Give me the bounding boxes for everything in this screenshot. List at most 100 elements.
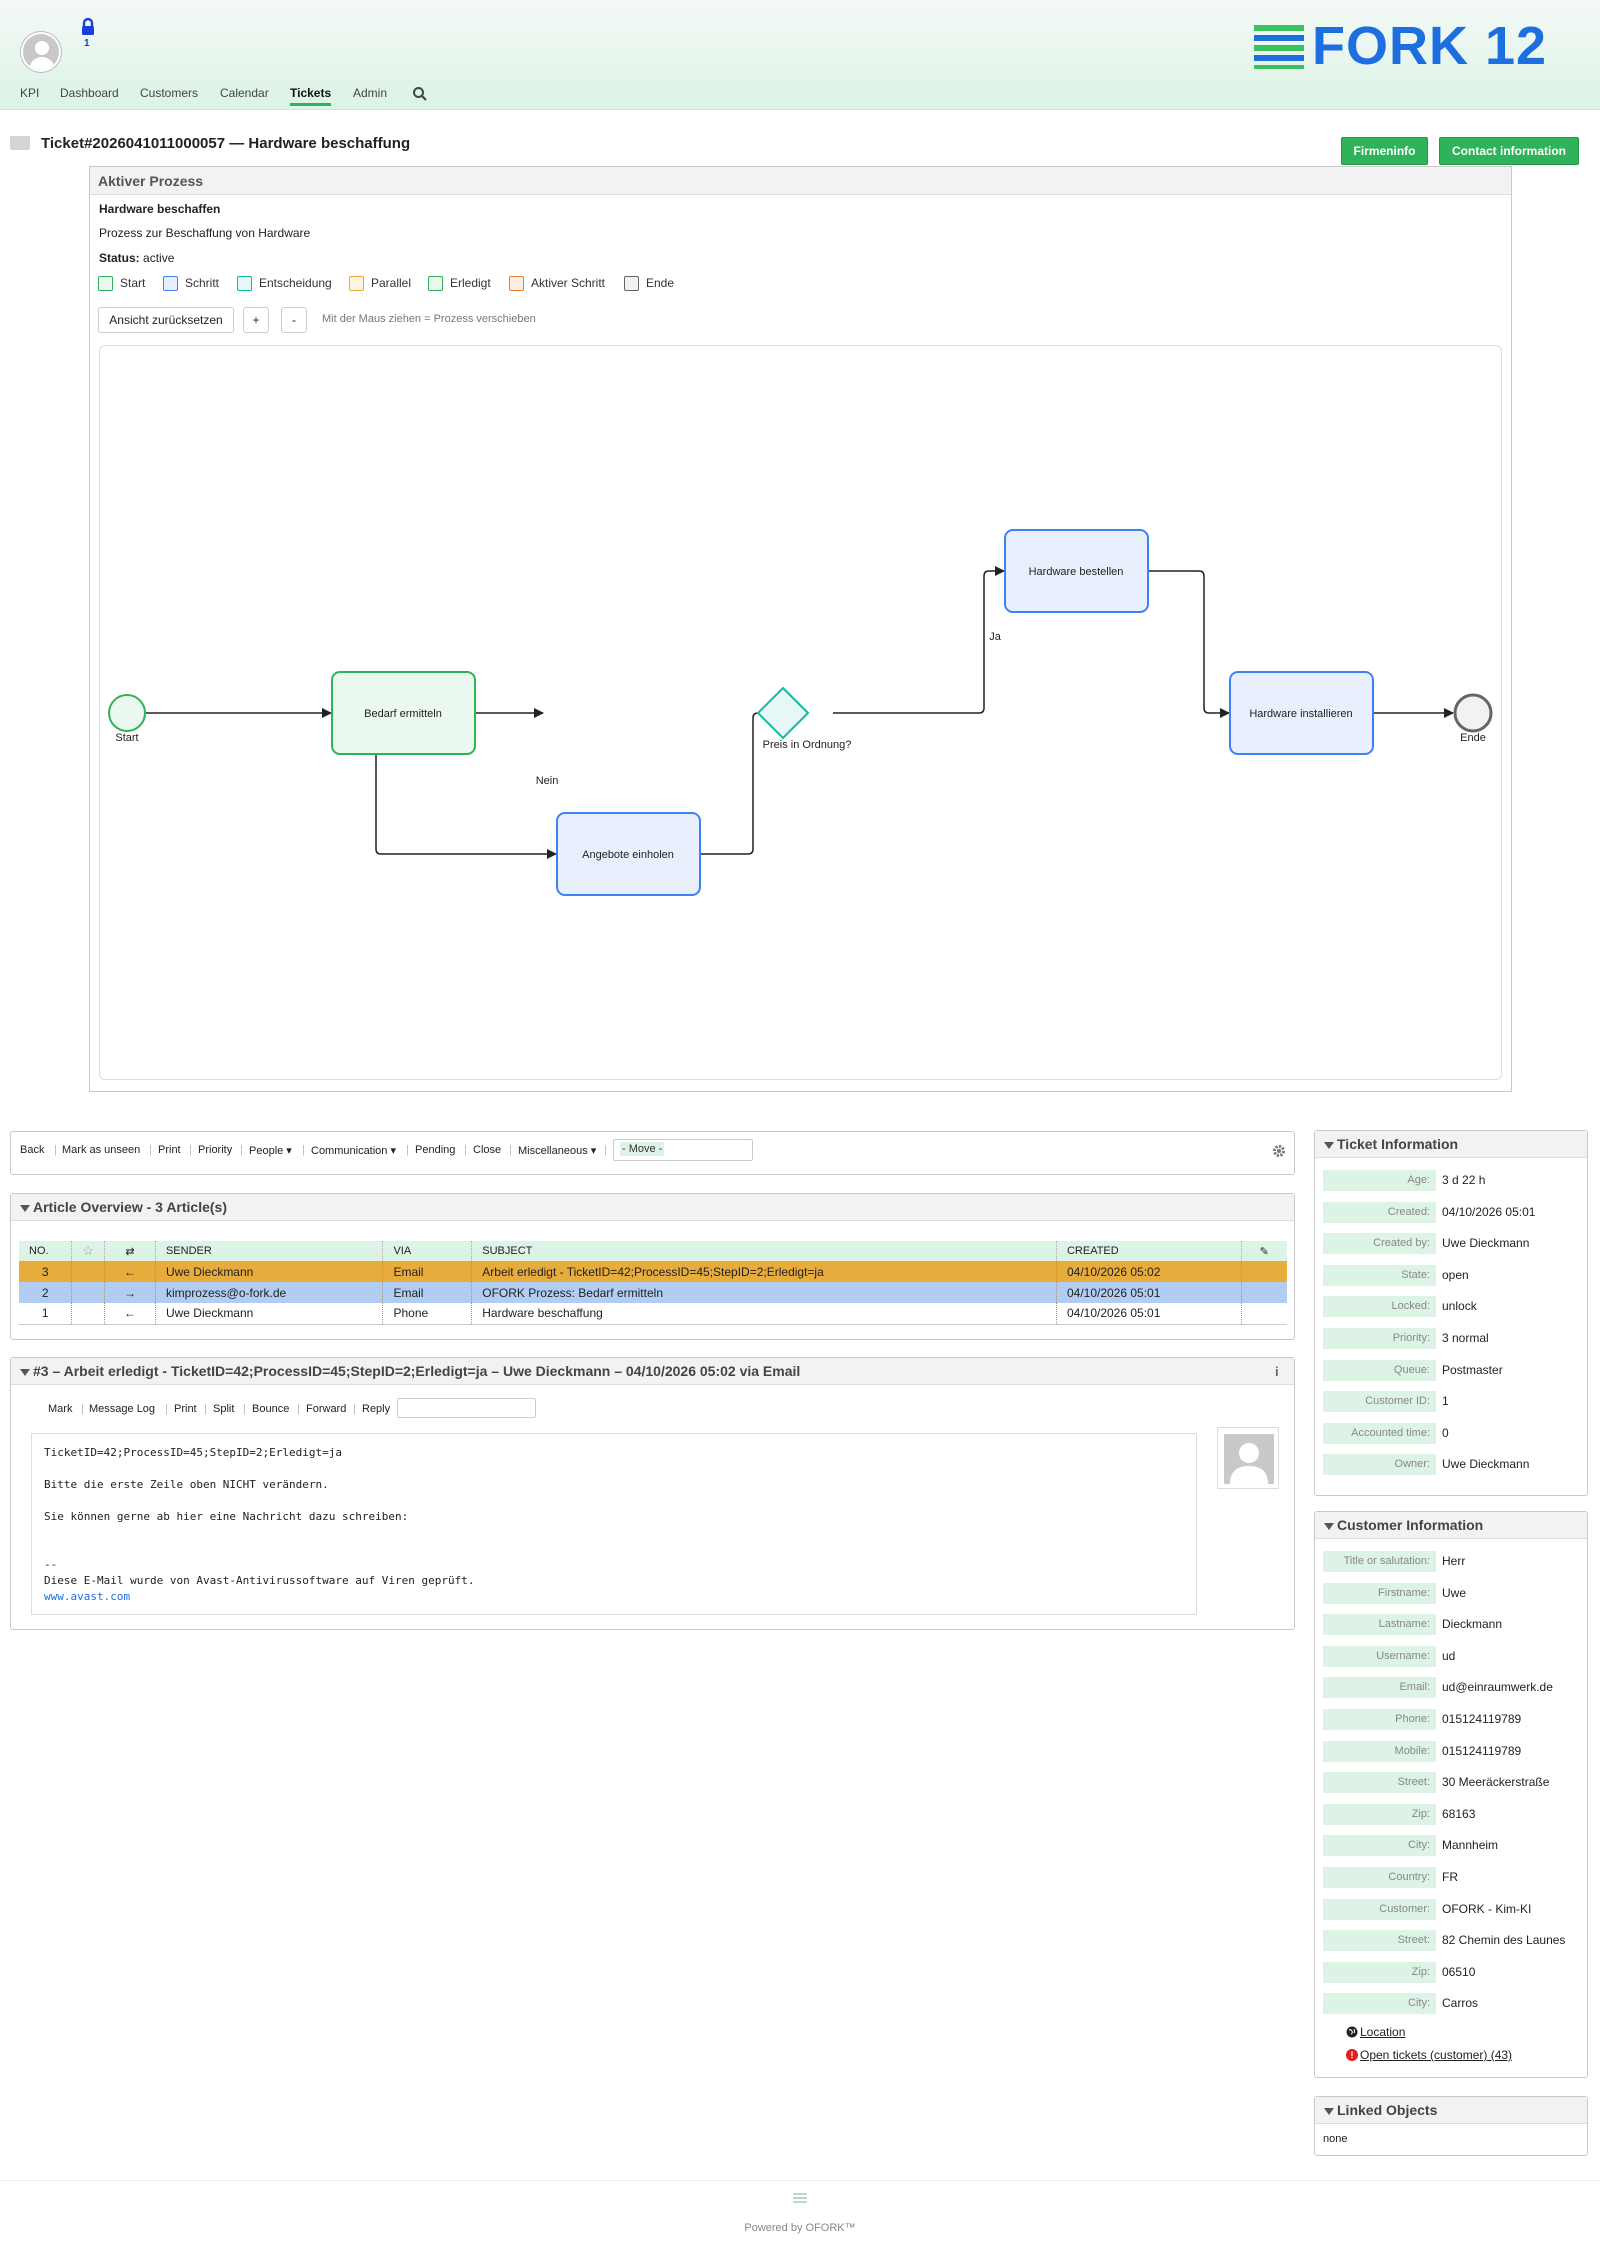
process-status: Status: active	[99, 251, 174, 265]
col-via[interactable]: VIA	[382, 1241, 473, 1261]
firmeninfo-button[interactable]: Firmeninfo	[1341, 137, 1428, 165]
customer-field-value: Herr	[1442, 1554, 1466, 1568]
contact-information-button[interactable]: Contact information	[1439, 137, 1579, 165]
nav-kpi[interactable]: KPI	[20, 86, 39, 100]
article-body: TicketID=42;ProcessID=45;StepID=2;Erledi…	[31, 1433, 1197, 1615]
customer-field-label: City:	[1323, 1835, 1436, 1857]
article-bounce[interactable]: Bounce	[252, 1403, 289, 1415]
customer-field-label: Lastname:	[1323, 1614, 1436, 1636]
edge-no-label: Nein	[536, 775, 559, 787]
footer-text: Powered by OFORK™	[744, 2222, 856, 2234]
legend-schritt: Schritt	[163, 276, 219, 292]
legend-start: Start	[98, 276, 145, 292]
legend-parallel: Parallel	[349, 276, 411, 292]
search-icon[interactable]	[412, 86, 428, 102]
article-message-log[interactable]: Message Log	[89, 1403, 155, 1415]
customer-field-value: 30 Meeräckerstraße	[1442, 1775, 1550, 1790]
article-table-header: NO. ☆ ⇄ SENDER VIA SUBJECT CREATED ✎	[19, 1241, 1287, 1261]
table-row[interactable]: 1 ← Uwe Dieckmann Phone Hardware beschaf…	[19, 1303, 1287, 1325]
zoom-out-button[interactable]: -	[281, 307, 307, 333]
legend-aktiver-schritt: Aktiver Schritt	[509, 276, 605, 292]
ticket-field-label: Owner:	[1323, 1454, 1436, 1476]
zoom-in-button[interactable]: +	[243, 307, 269, 333]
ticket-field-value: Uwe Dieckmann	[1442, 1236, 1530, 1251]
reset-view-button[interactable]: Ansicht zurücksetzen	[98, 307, 234, 333]
bedarf-label: Bedarf ermitteln	[364, 708, 442, 720]
col-created[interactable]: CREATED	[1056, 1241, 1242, 1261]
ticket-field-label: Accounted time:	[1323, 1422, 1436, 1444]
article-overview-header[interactable]: Article Overview - 3 Article(s)	[11, 1194, 1294, 1221]
customer-field-label: Username:	[1323, 1645, 1436, 1667]
article-reply[interactable]: Reply	[362, 1403, 390, 1415]
customer-field-label: Mobile:	[1323, 1740, 1436, 1762]
open-tickets-link[interactable]: Open tickets (customer) (43)	[1360, 2048, 1512, 2062]
decision-label: Preis in Ordnung?	[763, 739, 852, 751]
col-attachment-icon[interactable]: ✎	[1241, 1241, 1287, 1261]
nav-calendar[interactable]: Calendar	[220, 86, 269, 100]
article-detail-header[interactable]: #3 – Arbeit erledigt - TicketID=42;Proce…	[11, 1358, 1294, 1385]
table-row[interactable]: 2 → kimprozess@o-fork.de Email OFORK Pro…	[19, 1282, 1287, 1303]
reply-template-select[interactable]	[397, 1398, 536, 1418]
info-icon[interactable]: i	[1275, 1364, 1279, 1379]
customer-field-label: Customer:	[1323, 1898, 1436, 1920]
article-print[interactable]: Print	[174, 1403, 197, 1415]
avast-link[interactable]: www.avast.com	[44, 1590, 130, 1603]
settings-gear-icon[interactable]	[1272, 1144, 1286, 1158]
article-split[interactable]: Split	[213, 1403, 234, 1415]
customer-field-value: 015124119789	[1442, 1743, 1522, 1758]
user-avatar[interactable]	[21, 32, 61, 72]
article-forward[interactable]: Forward	[306, 1403, 346, 1415]
nav-tickets[interactable]: Tickets	[290, 86, 332, 106]
col-direction[interactable]: ⇄	[104, 1241, 156, 1261]
start-label: Start	[115, 732, 138, 744]
active-process-header: Aktiver Prozess	[90, 167, 1511, 195]
move-queue-select[interactable]: - Move -	[613, 1139, 753, 1161]
nav-dashboard[interactable]: Dashboard	[60, 86, 119, 100]
locked-tickets-count[interactable]: 1	[84, 38, 90, 49]
customer-information-header[interactable]: Customer Information	[1315, 1512, 1587, 1539]
customer-field-label: Title or salutation:	[1323, 1551, 1436, 1572]
ticket-title: Ticket#2026041011000057 — Hardware besch…	[41, 135, 411, 152]
fork-logo: FORK 12	[1254, 18, 1554, 74]
locked-tickets-icon[interactable]	[80, 17, 96, 40]
edge-decision-bestellen	[833, 566, 1005, 714]
toolbar-people[interactable]: People ▾	[249, 1144, 292, 1157]
toolbar-print[interactable]: Print	[158, 1144, 181, 1156]
globe-icon	[1346, 2026, 1358, 2038]
toolbar-priority[interactable]: Priority	[198, 1144, 232, 1156]
edge-yes-label: Ja	[989, 631, 1002, 643]
toolbar-miscellaneous[interactable]: Miscellaneous ▾	[518, 1144, 596, 1157]
col-sender[interactable]: SENDER	[155, 1241, 384, 1261]
col-no[interactable]: NO.	[19, 1241, 73, 1261]
process-name: Hardware beschaffen	[99, 202, 221, 216]
toolbar-mark-unseen[interactable]: Mark as unseen	[62, 1144, 140, 1156]
customer-field-value: ud@einraumwerk.de	[1442, 1680, 1553, 1695]
linked-objects-header[interactable]: Linked Objects	[1315, 2097, 1587, 2124]
nav-customers[interactable]: Customers	[140, 86, 198, 100]
installieren-label: Hardware installieren	[1249, 708, 1352, 720]
process-canvas[interactable]: Start Bedarf ermitteln Angebote einholen…	[99, 345, 1502, 1080]
ticket-field-value: open	[1442, 1267, 1469, 1282]
footer-divider	[0, 2180, 1600, 2181]
nav-admin[interactable]: Admin	[353, 86, 387, 100]
ticket-field-label: Created by:	[1323, 1233, 1436, 1255]
col-star-icon[interactable]: ☆	[71, 1241, 106, 1261]
article-table: NO. ☆ ⇄ SENDER VIA SUBJECT CREATED ✎ 3 ←…	[19, 1241, 1287, 1325]
col-subject[interactable]: SUBJECT	[471, 1241, 1057, 1261]
ticket-field-label: Queue:	[1323, 1359, 1436, 1381]
ticket-field-label: Priority:	[1323, 1328, 1436, 1349]
direction-in-icon: ←	[104, 1303, 156, 1325]
table-row[interactable]: 3 ← Uwe Dieckmann Email Arbeit erledigt …	[19, 1261, 1287, 1282]
ticket-information-header[interactable]: Ticket Information	[1315, 1131, 1587, 1158]
toolbar-back[interactable]: Back	[20, 1144, 44, 1156]
article-mark[interactable]: Mark	[48, 1403, 72, 1415]
status-value: active	[143, 251, 175, 265]
location-link[interactable]: Location	[1360, 2025, 1405, 2039]
toolbar-close[interactable]: Close	[473, 1144, 501, 1156]
ticket-field-label: State:	[1323, 1264, 1436, 1286]
customer-field-value: 06510	[1442, 1964, 1476, 1979]
customer-field-label: Street:	[1323, 1772, 1436, 1794]
customer-field-value: Dieckmann	[1442, 1617, 1503, 1632]
toolbar-pending[interactable]: Pending	[415, 1144, 455, 1156]
toolbar-communication[interactable]: Communication ▾	[311, 1144, 396, 1157]
